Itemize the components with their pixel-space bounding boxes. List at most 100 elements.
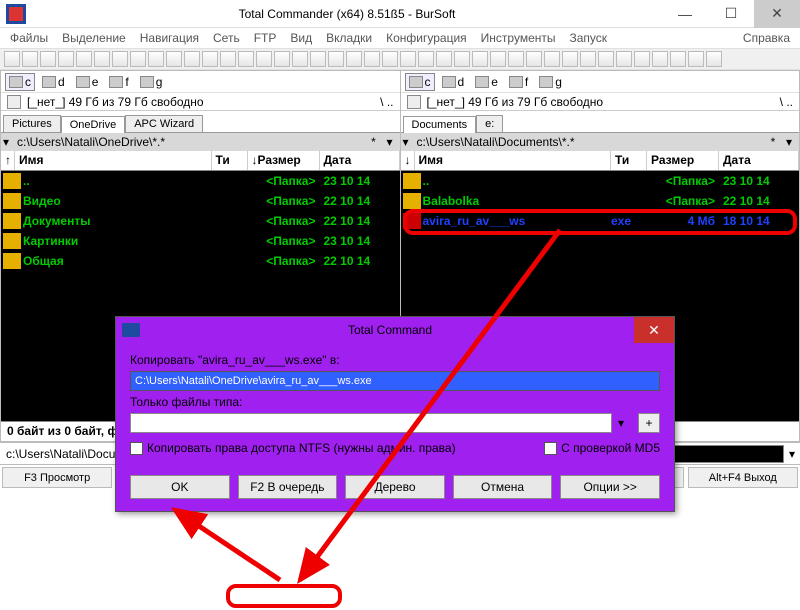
filter-combo[interactable] <box>130 413 612 433</box>
toolbar-button[interactable] <box>94 51 110 67</box>
history-button[interactable]: ▾ <box>781 135 797 149</box>
drive-e[interactable]: e <box>72 73 103 91</box>
left-pathbar[interactable]: ▾ c:\Users\Natali\OneDrive\*.* * ▾ <box>1 133 400 151</box>
toolbar-button[interactable] <box>580 51 596 67</box>
toolbar-button[interactable] <box>706 51 722 67</box>
file-row[interactable]: Видео<Папка>22 10 14 <box>1 191 400 211</box>
root-menu[interactable]: \ <box>780 95 783 109</box>
toolbar-button[interactable] <box>274 51 290 67</box>
ntfs-checkbox[interactable]: Копировать права доступа NTFS (нужны адм… <box>130 441 456 455</box>
toolbar-button[interactable] <box>76 51 92 67</box>
drive-c[interactable]: c <box>405 73 435 91</box>
toolbar-button[interactable] <box>40 51 56 67</box>
toolbar-button[interactable] <box>58 51 74 67</box>
toolbar-button[interactable] <box>328 51 344 67</box>
col-size[interactable]: Размер <box>647 151 719 170</box>
col-date[interactable]: Дата <box>719 151 799 170</box>
target-path-input[interactable] <box>130 371 660 391</box>
file-row[interactable]: Balabolka<Папка>22 10 14 <box>401 191 800 211</box>
toolbar-button[interactable] <box>688 51 704 67</box>
toolbar-button[interactable] <box>544 51 560 67</box>
favorites-button[interactable]: * <box>366 135 382 149</box>
menu-start[interactable]: Запуск <box>564 29 614 47</box>
toolbar-button[interactable] <box>418 51 434 67</box>
history-dropdown-icon[interactable]: ▾ <box>403 135 417 149</box>
minimize-button[interactable]: — <box>662 0 708 28</box>
toolbar-button[interactable] <box>400 51 416 67</box>
toolbar-button[interactable] <box>238 51 254 67</box>
toolbar-button[interactable] <box>562 51 578 67</box>
menu-view[interactable]: Вид <box>284 29 318 47</box>
toolbar-button[interactable] <box>382 51 398 67</box>
menu-selection[interactable]: Выделение <box>56 29 132 47</box>
menu-tabs[interactable]: Вкладки <box>320 29 378 47</box>
root-button[interactable] <box>407 95 421 109</box>
history-button[interactable]: ▾ <box>382 135 398 149</box>
toolbar-button[interactable] <box>166 51 182 67</box>
toolbar-button[interactable] <box>436 51 452 67</box>
command-dropdown-icon[interactable]: ▾ <box>784 447 800 461</box>
file-row[interactable]: avira_ru_av___wsexe4 Мб18 10 14 <box>401 211 800 231</box>
menu-ftp[interactable]: FTP <box>248 29 283 47</box>
maximize-button[interactable]: ☐ <box>708 0 754 28</box>
toolbar-button[interactable] <box>472 51 488 67</box>
options-button[interactable]: Опции >> <box>560 475 660 499</box>
tab-e[interactable]: e: <box>476 115 503 132</box>
toolbar-button[interactable] <box>454 51 470 67</box>
toolbar-button[interactable] <box>652 51 668 67</box>
toolbar-button[interactable] <box>508 51 524 67</box>
tab-apcwizard[interactable]: APC Wizard <box>125 115 203 132</box>
combo-dropdown-icon[interactable]: ▾ <box>618 416 632 430</box>
root-menu[interactable]: \ <box>380 95 383 109</box>
menu-net[interactable]: Сеть <box>207 29 246 47</box>
toolbar-button[interactable] <box>490 51 506 67</box>
tab-pictures[interactable]: Pictures <box>3 115 61 132</box>
col-type[interactable]: Ти <box>611 151 647 170</box>
toolbar-button[interactable] <box>526 51 542 67</box>
col-type[interactable]: Ти <box>212 151 248 170</box>
toolbar-button[interactable] <box>364 51 380 67</box>
sort-arrow-icon[interactable]: ↑ <box>1 151 15 170</box>
file-row[interactable]: Картинки<Папка>23 10 14 <box>1 231 400 251</box>
tree-button[interactable]: Дерево <box>345 475 445 499</box>
drive-d[interactable]: d <box>38 73 69 91</box>
altf4-exit[interactable]: Alt+F4 Выход <box>688 467 798 488</box>
toolbar-button[interactable] <box>148 51 164 67</box>
toolbar-button[interactable] <box>220 51 236 67</box>
drive-g[interactable]: g <box>535 73 566 91</box>
tab-onedrive[interactable]: OneDrive <box>61 116 125 133</box>
menu-help[interactable]: Справка <box>737 29 796 47</box>
toolbar-button[interactable] <box>616 51 632 67</box>
menu-files[interactable]: Файлы <box>4 29 54 47</box>
col-name[interactable]: Имя <box>415 151 612 170</box>
drive-e[interactable]: e <box>471 73 502 91</box>
dialog-titlebar[interactable]: Total Command ✕ <box>116 317 674 343</box>
toolbar-button[interactable] <box>256 51 272 67</box>
toolbar-button[interactable] <box>346 51 362 67</box>
file-row[interactable]: Документы<Папка>22 10 14 <box>1 211 400 231</box>
cancel-button[interactable]: Отмена <box>453 475 553 499</box>
drive-f[interactable]: f <box>105 73 132 91</box>
toolbar-button[interactable] <box>670 51 686 67</box>
tab-documents[interactable]: Documents <box>403 116 477 133</box>
f3-view[interactable]: F3 Просмотр <box>2 467 112 488</box>
up-button[interactable]: .. <box>387 95 394 109</box>
toolbar-button[interactable] <box>634 51 650 67</box>
col-name[interactable]: Имя <box>15 151 212 170</box>
md5-checkbox[interactable]: С проверкой MD5 <box>544 441 660 455</box>
toolbar-button[interactable] <box>598 51 614 67</box>
col-date[interactable]: Дата <box>320 151 400 170</box>
drive-c[interactable]: c <box>5 73 35 91</box>
toolbar-button[interactable] <box>184 51 200 67</box>
file-row[interactable]: ..<Папка>23 10 14 <box>1 171 400 191</box>
toolbar-button[interactable] <box>310 51 326 67</box>
favorites-button[interactable]: * <box>765 135 781 149</box>
toolbar-button[interactable] <box>4 51 20 67</box>
toolbar-button[interactable] <box>292 51 308 67</box>
close-button[interactable]: ✕ <box>754 0 800 28</box>
drive-g[interactable]: g <box>136 73 167 91</box>
root-button[interactable] <box>7 95 21 109</box>
toolbar-button[interactable] <box>130 51 146 67</box>
menu-tools[interactable]: Инструменты <box>475 29 562 47</box>
queue-button[interactable]: F2 В очередь <box>238 475 338 499</box>
